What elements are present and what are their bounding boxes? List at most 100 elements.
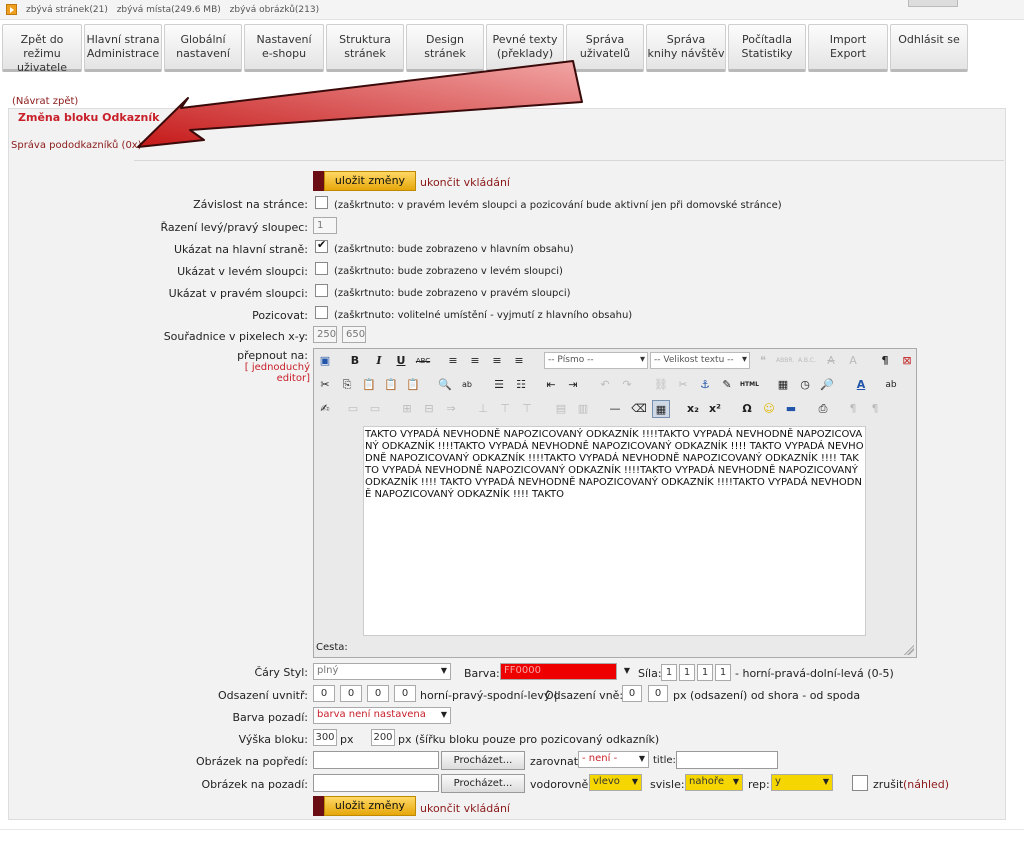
bg-image-input[interactable] [313,774,439,792]
right-column-checkbox[interactable] [315,284,328,297]
undo-icon[interactable]: ↶ [596,376,614,394]
outdent-icon[interactable]: ⇤ [542,376,560,394]
panel-toggle-tab[interactable] [908,0,958,7]
nav-statistics[interactable]: Počítadla Statistiky [728,24,806,72]
copy-icon[interactable]: ⎘ [338,376,356,394]
preview-link[interactable]: (náhled) [903,778,949,791]
emoticon-icon[interactable]: ☺ [760,400,778,418]
ins-icon[interactable]: A [844,352,862,370]
bg-color-select[interactable]: barva není nastavena [313,707,451,724]
fg-image-browse-button[interactable]: Procházet... [441,751,525,770]
left-column-checkbox[interactable] [315,262,328,275]
dependency-checkbox[interactable] [315,196,328,209]
nav-logout[interactable]: Odhlásit se [890,24,968,72]
delete-col-icon[interactable]: ⊤ [518,400,536,418]
lines-style-select[interactable]: plný [313,663,451,680]
ltr-icon[interactable]: ¶ [844,400,862,418]
paste-text-icon[interactable]: 📋 [382,376,400,394]
end-insert-link-top[interactable]: ukončit vkládání [420,176,510,189]
position-checkbox[interactable] [315,306,328,319]
horizontal-rule-icon[interactable]: — [606,400,624,418]
highlight-color-icon[interactable]: ab [882,376,900,394]
table-icon[interactable]: ▦ [652,400,670,418]
bg-image-browse-button[interactable]: Procházet... [441,774,525,793]
media-icon[interactable]: ▬ [782,400,800,418]
eraser-icon[interactable]: ⌫ [630,400,648,418]
save-icon[interactable]: ▣ [316,352,334,370]
redo-icon[interactable]: ↷ [618,376,636,394]
align-select[interactable]: - není - [578,751,649,768]
find-icon[interactable]: 🔍 [436,376,454,394]
insert-col-icon[interactable]: ⊤ [496,400,514,418]
horizontal-select[interactable]: vlevo [589,774,642,791]
cut-icon[interactable]: ✂ [316,376,334,394]
align-justify-icon[interactable]: ≡ [510,352,528,370]
inner-left[interactable]: 0 [394,685,416,702]
delete-row-icon[interactable]: ⊥ [474,400,492,418]
rtl-icon[interactable]: ¶ [866,400,884,418]
font-family-select[interactable]: -- Písmo -- [544,352,648,369]
bold-icon[interactable]: B [346,352,364,370]
numbered-list-icon[interactable]: ☷ [512,376,530,394]
repeat-select[interactable]: y [771,774,833,791]
date-icon[interactable]: ▦ [774,376,792,394]
quote-icon[interactable]: ❝ [754,352,772,370]
inner-right[interactable]: 0 [340,685,362,702]
paste-icon[interactable]: 📋 [360,376,378,394]
cleanup-brush-icon[interactable]: ✎ [718,376,736,394]
special-char-icon[interactable]: Ω [738,400,756,418]
print-icon[interactable]: ⎙ [814,400,832,418]
main-checkbox[interactable] [315,238,328,253]
unlink-icon[interactable]: ✂ [674,376,692,394]
insert-layer-icon[interactable]: ▭ [344,400,362,418]
end-insert-link-bottom[interactable]: ukončit vkládání [420,802,510,815]
width-input[interactable]: 200 [371,729,395,746]
replace-icon[interactable]: ab [458,376,476,394]
weight-left[interactable]: 1 [715,664,731,681]
cleanup-icon[interactable]: ⊠ [898,352,916,370]
link-icon[interactable]: ⛓ [652,376,670,394]
pilcrow-icon[interactable]: ¶ [876,352,894,370]
table-cell-props-icon[interactable]: ⊟ [420,400,438,418]
acronym-icon[interactable]: A.B.C. [798,352,816,370]
border-color-select[interactable]: FF0000 [500,663,630,680]
coord-y-input[interactable]: 650 [342,326,366,343]
insert-row-icon[interactable]: ⇒ [442,400,460,418]
weight-bottom[interactable]: 1 [697,664,713,681]
cancel-image-checkbox[interactable] [852,775,868,791]
align-right-icon[interactable]: ≡ [488,352,506,370]
text-color-icon[interactable]: A [852,376,870,394]
save-button-top[interactable]: uložit změny [313,171,416,191]
align-left-icon[interactable]: ≡ [444,352,462,370]
time-icon[interactable]: ◷ [796,376,814,394]
indent-icon[interactable]: ⇥ [564,376,582,394]
weight-top[interactable]: 1 [661,664,677,681]
inner-top[interactable]: 0 [313,685,335,702]
edit-icon[interactable]: ✍ [316,400,334,418]
font-size-select[interactable]: -- Velikost textu -- [650,352,750,369]
vertical-select[interactable]: nahoře [685,774,743,791]
height-input[interactable]: 300 [313,729,337,746]
outer-bottom[interactable]: 0 [648,685,668,702]
merge-cells-icon[interactable]: ▥ [574,400,592,418]
html-icon[interactable]: HTML [740,376,759,394]
nav-import-export[interactable]: Import Export [808,24,888,72]
table-row-props-icon[interactable]: ⊞ [398,400,416,418]
subscript-icon[interactable]: x₂ [684,400,702,418]
weight-right[interactable]: 1 [679,664,695,681]
outer-top[interactable]: 0 [622,685,642,702]
save-button-bottom[interactable]: uložit změny [313,796,416,816]
title-input[interactable] [676,751,778,769]
simple-editor-link[interactable]: [ jednoduchý editor] [210,362,310,384]
italic-icon[interactable]: I [370,352,388,370]
split-cells-icon[interactable]: ▤ [552,400,570,418]
resize-grip-icon[interactable] [904,645,914,655]
strikethrough-icon[interactable]: ABC [414,352,432,370]
superscript-icon[interactable]: x² [706,400,724,418]
underline-icon[interactable]: U [392,352,410,370]
bullet-list-icon[interactable]: ☰ [490,376,508,394]
abbr-icon[interactable]: ABBR. [776,352,794,370]
anchor-icon[interactable]: ⚓ [696,376,714,394]
fg-image-input[interactable] [313,751,439,769]
del-icon[interactable]: A [822,352,840,370]
